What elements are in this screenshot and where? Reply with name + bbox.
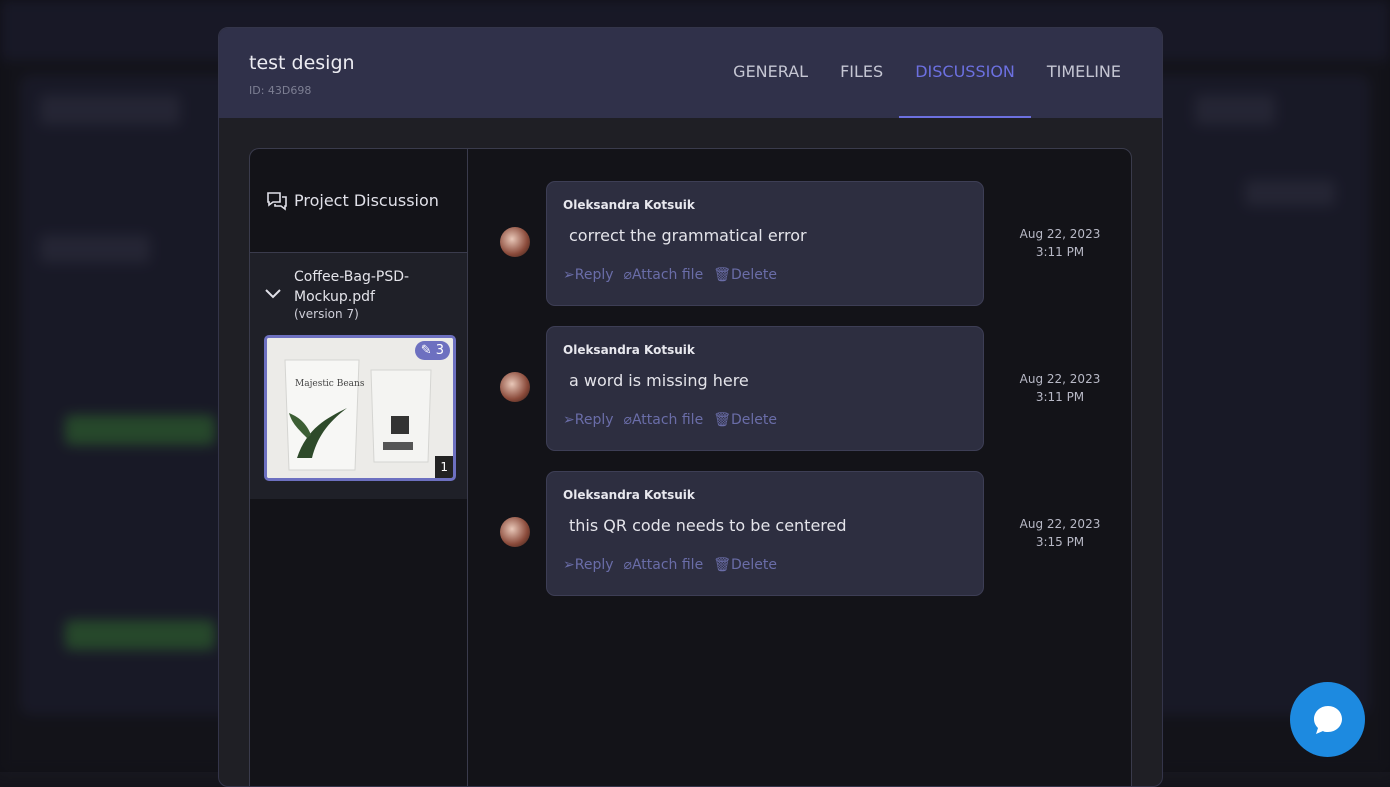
file-version: (version 7) xyxy=(294,307,359,321)
trash-icon: 🗑︎ xyxy=(713,267,731,283)
reply-label: Reply xyxy=(574,557,614,573)
message-timestamp: Aug 22, 2023 3:11 PM xyxy=(1000,370,1120,406)
message-text: a word is missing here xyxy=(569,371,749,390)
trash-icon: 🗑︎ xyxy=(713,412,731,428)
attach-label: Attach file xyxy=(631,557,704,573)
message-date: Aug 22, 2023 xyxy=(1019,227,1101,241)
message-author: Oleksandra Kotsuik xyxy=(563,488,695,502)
delete-button[interactable]: 🗑︎Delete xyxy=(713,557,777,573)
tab-timeline[interactable]: TIMELINE xyxy=(1031,28,1137,118)
attach-file-button[interactable]: ⌀Attach file xyxy=(624,412,704,428)
project-title: test design xyxy=(249,52,355,74)
chevron-down-icon[interactable] xyxy=(264,288,282,300)
tab-files[interactable]: FILES xyxy=(824,28,899,118)
paperclip-icon: ⌀ xyxy=(623,267,632,283)
attach-label: Attach file xyxy=(631,267,704,283)
message-card: Oleksandra Kotsuik a word is missing her… xyxy=(546,326,984,451)
tab-discussion[interactable]: DISCUSSION xyxy=(899,28,1031,118)
chat-widget-button[interactable] xyxy=(1290,682,1365,757)
message-card: Oleksandra Kotsuik correct the grammatic… xyxy=(546,181,984,306)
attach-file-button[interactable]: ⌀Attach file xyxy=(624,267,704,283)
file-name-line2: Mockup.pdf xyxy=(294,289,375,305)
delete-button[interactable]: 🗑︎Delete xyxy=(713,412,777,428)
reply-label: Reply xyxy=(574,267,614,283)
chat-bubbles-icon xyxy=(267,191,287,211)
avatar xyxy=(500,227,530,257)
paperclip-icon: ⌀ xyxy=(623,412,632,428)
message-text: this QR code needs to be centered xyxy=(569,516,847,535)
svg-text:Majestic Beans: Majestic Beans xyxy=(295,379,365,389)
tab-general[interactable]: GENERAL xyxy=(717,28,824,118)
message-date: Aug 22, 2023 xyxy=(1019,372,1101,386)
message-date: Aug 22, 2023 xyxy=(1019,517,1101,531)
message-card: Oleksandra Kotsuik this QR code needs to… xyxy=(546,471,984,596)
send-icon: ➢ xyxy=(563,557,575,573)
messages-list: Oleksandra Kotsuik correct the grammatic… xyxy=(468,149,1131,786)
attach-label: Attach file xyxy=(631,412,704,428)
discussion-panel: Project Discussion Coffee-Bag-PSD- Mocku… xyxy=(249,148,1132,786)
message-author: Oleksandra Kotsuik xyxy=(563,343,695,357)
reply-label: Reply xyxy=(574,412,614,428)
delete-label: Delete xyxy=(730,412,777,428)
chat-bubble-icon xyxy=(1313,705,1342,734)
project-modal: test design ID: 43D698 GENERAL FILES DIS… xyxy=(218,27,1163,787)
message-time: 3:15 PM xyxy=(1035,535,1085,549)
file-thumbnail[interactable]: Majestic Beans ✎ 3 1 xyxy=(264,335,456,481)
project-id: ID: 43D698 xyxy=(249,84,312,97)
message-time: 3:11 PM xyxy=(1035,390,1085,404)
message-timestamp: Aug 22, 2023 3:15 PM xyxy=(1000,515,1120,551)
project-discussion-label: Project Discussion xyxy=(294,191,439,210)
page-number: 1 xyxy=(435,456,453,478)
discussion-sidebar: Project Discussion Coffee-Bag-PSD- Mocku… xyxy=(250,149,468,786)
message-time: 3:11 PM xyxy=(1035,245,1085,259)
modal-header: test design ID: 43D698 GENERAL FILES DIS… xyxy=(219,28,1162,118)
project-discussion-item[interactable]: Project Discussion xyxy=(250,149,467,253)
avatar xyxy=(500,372,530,402)
delete-button[interactable]: 🗑︎Delete xyxy=(713,267,777,283)
comment-count: 3 xyxy=(435,343,444,358)
reply-button[interactable]: ➢Reply xyxy=(563,412,614,428)
send-icon: ➢ xyxy=(563,267,575,283)
file-item[interactable]: Coffee-Bag-PSD- Mockup.pdf (version 7) M… xyxy=(250,253,467,499)
attach-file-button[interactable]: ⌀Attach file xyxy=(624,557,704,573)
send-icon: ➢ xyxy=(563,412,575,428)
file-name-line1: Coffee-Bag-PSD- xyxy=(294,269,410,285)
reply-button[interactable]: ➢Reply xyxy=(563,557,614,573)
trash-icon: 🗑︎ xyxy=(713,557,731,573)
avatar xyxy=(500,517,530,547)
paperclip-icon: ⌀ xyxy=(623,557,632,573)
message-text: correct the grammatical error xyxy=(569,226,807,245)
message-author: Oleksandra Kotsuik xyxy=(563,198,695,212)
message-timestamp: Aug 22, 2023 3:11 PM xyxy=(1000,225,1120,261)
delete-label: Delete xyxy=(730,267,777,283)
reply-button[interactable]: ➢Reply xyxy=(563,267,614,283)
delete-label: Delete xyxy=(730,557,777,573)
comment-count-badge: ✎ 3 xyxy=(414,341,450,360)
